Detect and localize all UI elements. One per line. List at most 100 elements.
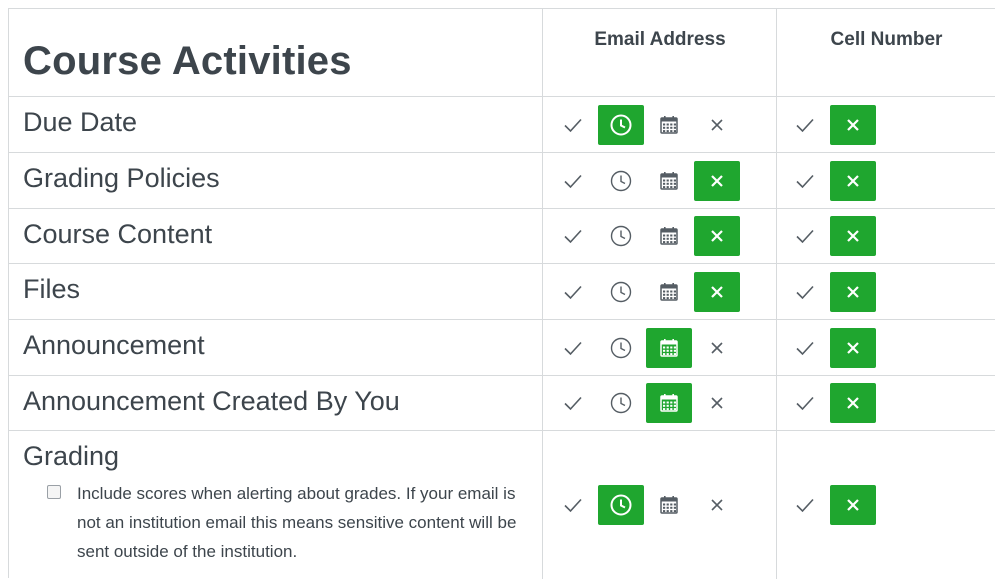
email-option-calendar-button[interactable] xyxy=(646,161,692,201)
email-option-clock-button[interactable] xyxy=(598,383,644,423)
row-label-course-content: Course Content xyxy=(23,219,213,249)
cell-options xyxy=(782,485,876,525)
cell-option-never-button[interactable] xyxy=(830,383,876,423)
clock-icon xyxy=(610,281,632,303)
check-icon xyxy=(564,498,582,513)
header-row: Course Activities Email Address Cell Num… xyxy=(9,9,995,97)
email-option-check-button[interactable] xyxy=(550,216,596,256)
check-icon xyxy=(564,396,582,411)
email-option-check-button[interactable] xyxy=(550,105,596,145)
email-option-clock-button[interactable] xyxy=(598,105,644,145)
cell-option-never-button[interactable] xyxy=(830,161,876,201)
email-options xyxy=(550,383,740,423)
check-icon xyxy=(796,118,814,133)
email-option-check-button[interactable] xyxy=(550,328,596,368)
email-option-calendar-button[interactable] xyxy=(646,216,692,256)
grading-note-text: Include scores when alerting about grade… xyxy=(77,484,517,561)
cell-option-never-button[interactable] xyxy=(830,105,876,145)
clock-icon xyxy=(610,170,632,192)
cell-option-check-button[interactable] xyxy=(782,216,828,256)
page-title: Course Activities xyxy=(23,39,352,83)
close-icon xyxy=(847,342,859,354)
close-icon xyxy=(847,230,859,242)
email-option-clock-button[interactable] xyxy=(598,272,644,312)
clock-icon xyxy=(610,494,632,516)
clock-icon xyxy=(610,225,632,247)
cell-option-never-button[interactable] xyxy=(830,328,876,368)
notification-preferences-table: Course Activities Email Address Cell Num… xyxy=(8,8,995,579)
email-option-never-button[interactable] xyxy=(694,272,740,312)
row-label-announcement-created-by-you: Announcement Created By You xyxy=(23,386,400,416)
clock-icon xyxy=(610,337,632,359)
check-icon xyxy=(796,396,814,411)
close-icon xyxy=(847,499,859,511)
email-options xyxy=(550,272,740,312)
email-options xyxy=(550,105,740,145)
email-option-clock-button[interactable] xyxy=(598,161,644,201)
row-label-grading: Grading xyxy=(23,441,120,471)
email-option-clock-button[interactable] xyxy=(598,485,644,525)
row-label-files: Files xyxy=(23,274,81,304)
calendar-icon xyxy=(660,283,678,301)
check-icon xyxy=(796,498,814,513)
cell-option-check-button[interactable] xyxy=(782,328,828,368)
clock-icon xyxy=(610,114,632,136)
calendar-icon xyxy=(660,339,678,357)
column-divider xyxy=(542,9,543,579)
column-divider xyxy=(776,9,777,579)
calendar-icon xyxy=(660,116,678,134)
close-icon xyxy=(847,286,859,298)
calendar-icon xyxy=(660,227,678,245)
email-option-calendar-button[interactable] xyxy=(646,328,692,368)
email-option-check-button[interactable] xyxy=(550,383,596,423)
cell-option-check-button[interactable] xyxy=(782,485,828,525)
close-icon xyxy=(711,119,723,131)
email-option-check-button[interactable] xyxy=(550,485,596,525)
close-icon xyxy=(847,175,859,187)
email-option-never-button[interactable] xyxy=(694,216,740,256)
calendar-icon xyxy=(660,496,678,514)
calendar-icon xyxy=(660,172,678,190)
email-option-check-button[interactable] xyxy=(550,161,596,201)
include-scores-checkbox[interactable] xyxy=(47,485,61,499)
cell-option-check-button[interactable] xyxy=(782,105,828,145)
cell-options xyxy=(782,328,876,368)
cell-options xyxy=(782,161,876,201)
check-icon xyxy=(564,285,582,300)
close-icon xyxy=(847,119,859,131)
cell-options xyxy=(782,383,876,423)
email-option-calendar-button[interactable] xyxy=(646,485,692,525)
email-option-calendar-button[interactable] xyxy=(646,383,692,423)
cell-option-check-button[interactable] xyxy=(782,161,828,201)
clock-icon xyxy=(610,392,632,414)
close-icon xyxy=(711,230,723,242)
check-icon xyxy=(564,174,582,189)
calendar-icon xyxy=(660,394,678,412)
email-option-calendar-button[interactable] xyxy=(646,105,692,145)
email-option-never-button[interactable] xyxy=(694,485,740,525)
close-icon xyxy=(847,397,859,409)
email-option-never-button[interactable] xyxy=(694,383,740,423)
cell-option-never-button[interactable] xyxy=(830,216,876,256)
cell-option-never-button[interactable] xyxy=(830,485,876,525)
check-icon xyxy=(564,118,582,133)
check-icon xyxy=(564,229,582,244)
check-icon xyxy=(796,229,814,244)
email-option-never-button[interactable] xyxy=(694,328,740,368)
email-option-check-button[interactable] xyxy=(550,272,596,312)
email-option-calendar-button[interactable] xyxy=(646,272,692,312)
check-icon xyxy=(796,285,814,300)
email-options xyxy=(550,328,740,368)
cell-options xyxy=(782,216,876,256)
row-label-grading-policies: Grading Policies xyxy=(23,163,220,193)
email-option-clock-button[interactable] xyxy=(598,216,644,256)
close-icon xyxy=(711,342,723,354)
cell-options xyxy=(782,105,876,145)
email-option-clock-button[interactable] xyxy=(598,328,644,368)
cell-option-check-button[interactable] xyxy=(782,272,828,312)
cell-option-never-button[interactable] xyxy=(830,272,876,312)
email-option-never-button[interactable] xyxy=(694,161,740,201)
email-option-never-button[interactable] xyxy=(694,105,740,145)
close-icon xyxy=(711,175,723,187)
cell-option-check-button[interactable] xyxy=(782,383,828,423)
